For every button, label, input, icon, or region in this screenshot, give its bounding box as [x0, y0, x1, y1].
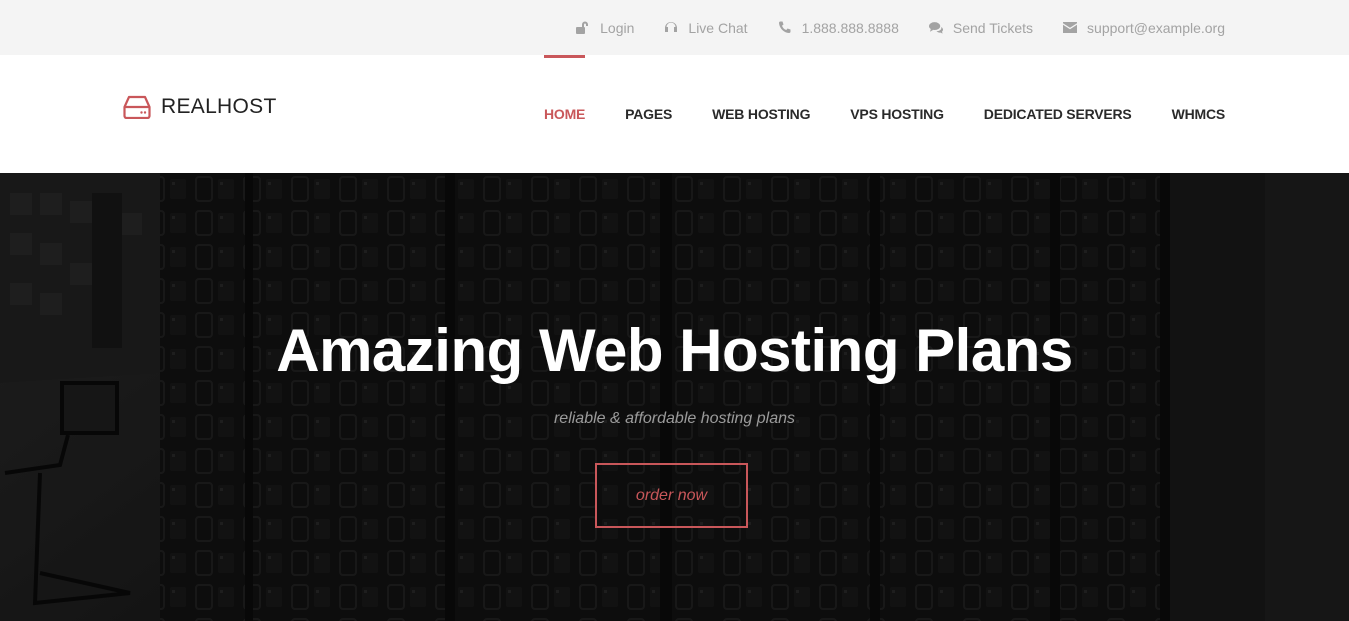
- order-now-button[interactable]: order now: [595, 463, 748, 528]
- topbar-phone-link[interactable]: 1.888.888.8888: [778, 20, 899, 36]
- topbar-email-link[interactable]: support@example.org: [1063, 20, 1225, 36]
- topbar-live-chat-link[interactable]: Live Chat: [664, 19, 748, 36]
- topbar-login-link[interactable]: Login: [576, 20, 634, 36]
- server-room-background-image: [0, 173, 1349, 621]
- hero-section: Amazing Web Hosting Plans reliable & aff…: [0, 173, 1349, 621]
- logo-text: REALHOST: [161, 95, 277, 118]
- nav-item-home[interactable]: HOME: [543, 55, 586, 173]
- top-bar: Login Live Chat 1.888.888.8888 Send Tick…: [0, 0, 1349, 55]
- logo[interactable]: REALHOST: [123, 95, 277, 120]
- hero-subtitle: reliable & affordable hosting plans: [553, 410, 796, 427]
- topbar-send-tickets-label: Send Tickets: [952, 19, 1034, 36]
- phone-icon: [778, 21, 792, 35]
- topbar-phone-label: 1.888.888.8888: [801, 19, 899, 36]
- nav-item-vps-hosting[interactable]: VPS HOSTING: [850, 55, 944, 173]
- topbar-send-tickets-link[interactable]: Send Tickets: [928, 19, 1034, 36]
- topbar-login-label: Login: [600, 19, 635, 36]
- nav-item-dedicated-servers[interactable]: DEDICATED SERVERS: [984, 55, 1132, 173]
- headphones-icon: [664, 21, 678, 35]
- nav-item-pages[interactable]: PAGES: [625, 55, 672, 173]
- topbar-live-chat-label: Live Chat: [688, 19, 748, 36]
- server-drive-icon: [123, 95, 151, 120]
- comments-icon: [928, 21, 943, 35]
- hero-title: Amazing Web Hosting Plans: [276, 317, 1073, 384]
- unlock-icon: [576, 21, 590, 35]
- envelope-icon: [1063, 21, 1078, 35]
- nav-item-web-hosting[interactable]: WEB HOSTING: [712, 55, 810, 173]
- topbar-email-label: support@example.org: [1087, 19, 1225, 36]
- main-header: REALHOST HOME PAGES WEB HOSTING VPS HOST…: [0, 55, 1349, 173]
- top-bar-links: Login Live Chat 1.888.888.8888 Send Tick…: [576, 0, 1225, 55]
- main-nav: HOME PAGES WEB HOSTING VPS HOSTING DEDIC…: [543, 55, 1226, 173]
- nav-item-whmcs[interactable]: WHMCS: [1172, 55, 1226, 173]
